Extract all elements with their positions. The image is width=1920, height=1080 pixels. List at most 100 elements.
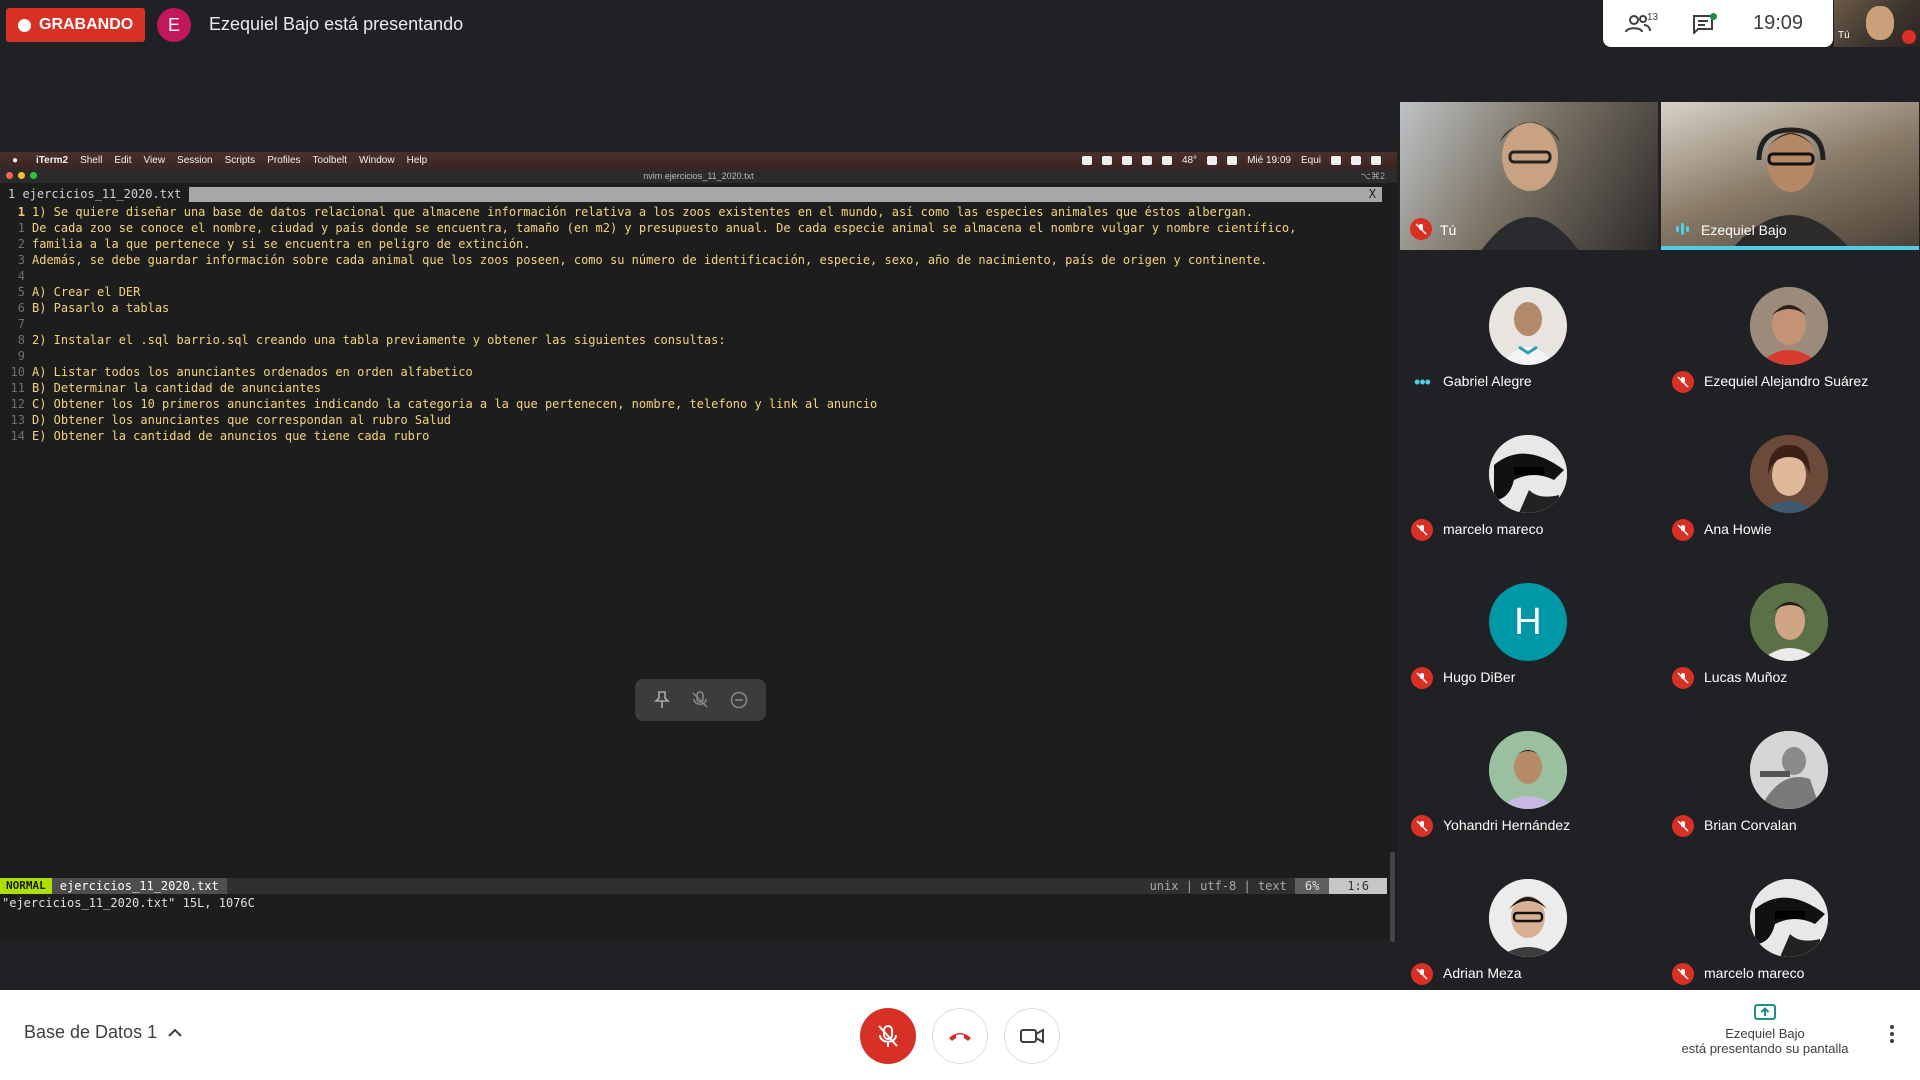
participant-tile[interactable]: marcelo mareco bbox=[1400, 435, 1658, 583]
line-text: D) Obtener los anunciantes que correspon… bbox=[32, 413, 452, 427]
line-text: C) Obtener los 10 primeros anunciantes i… bbox=[32, 397, 878, 411]
meeting-details-button[interactable]: Base de Datos 1 bbox=[24, 1022, 183, 1043]
menu-app[interactable]: iTerm2 bbox=[36, 155, 68, 166]
editor-line: 9 bbox=[0, 348, 1387, 364]
avatar bbox=[1750, 731, 1828, 809]
mic-off-icon bbox=[1410, 218, 1432, 240]
menu-help[interactable]: Help bbox=[407, 155, 428, 166]
video-tile-self[interactable]: Tú bbox=[1400, 102, 1658, 250]
avatar bbox=[1750, 287, 1828, 365]
zoom-window-icon[interactable] bbox=[30, 172, 37, 179]
presenting-info[interactable]: Ezequiel Bajo está presentando su pantal… bbox=[1660, 1004, 1870, 1056]
video-tile-presenter[interactable]: Ezequiel Bajo bbox=[1661, 102, 1919, 250]
mic-off-icon bbox=[1411, 963, 1433, 985]
editor-line: 3 Además, se debe guardar información sob… bbox=[0, 252, 1387, 268]
mic-toggle-button[interactable] bbox=[860, 1008, 916, 1064]
mic-off-icon bbox=[1902, 30, 1916, 44]
editor-lines: 1 1) Se quiere diseñar una base de datos … bbox=[0, 204, 1387, 444]
self-video-figure bbox=[1481, 122, 1579, 250]
menu-window[interactable]: Window bbox=[359, 155, 395, 166]
editor-line: 10 A) Listar todos los anunciantes ordena… bbox=[0, 364, 1387, 380]
editor-line: 5 A) Crear el DER bbox=[0, 284, 1387, 300]
shared-screen: ● iTerm2 Shell Edit View Session Scripts… bbox=[0, 152, 1397, 942]
avatar bbox=[1489, 287, 1567, 365]
terminal-scrollbar[interactable] bbox=[1390, 852, 1395, 942]
editor-line: 12 C) Obtener los 10 primeros anunciantes… bbox=[0, 396, 1387, 412]
line-text: B) Pasarlo a tablas bbox=[32, 301, 170, 315]
window-controls bbox=[6, 172, 37, 179]
menu-toolbelt[interactable]: Toolbelt bbox=[313, 155, 347, 166]
participant-name: Gabriel Alegre bbox=[1443, 373, 1532, 389]
avatar bbox=[1489, 435, 1567, 513]
remove-icon[interactable] bbox=[726, 687, 752, 713]
menu-shell[interactable]: Shell bbox=[80, 155, 102, 166]
speaking-indicator-icon bbox=[1671, 218, 1693, 240]
avatar bbox=[1750, 879, 1828, 957]
participant-tile[interactable]: Lucas Muñoz bbox=[1661, 583, 1919, 731]
meeting-info-panel: 13 19:09 bbox=[1603, 0, 1833, 47]
minimize-window-icon[interactable] bbox=[18, 172, 25, 179]
close-window-icon[interactable] bbox=[6, 172, 13, 179]
mac-datetime: Mié 19:09 bbox=[1247, 155, 1291, 166]
leave-call-button[interactable] bbox=[932, 1008, 988, 1064]
menu-scripts[interactable]: Scripts bbox=[225, 155, 256, 166]
editor-line: 8 2) Instalar el .sql barrio.sql creando … bbox=[0, 332, 1387, 348]
line-number: 7 bbox=[17, 317, 25, 331]
camera-toggle-button[interactable] bbox=[1004, 1008, 1060, 1064]
vim-tab-close[interactable]: X bbox=[1369, 187, 1376, 202]
gear-icon bbox=[1141, 156, 1152, 165]
participant-tile[interactable]: Ana Howie bbox=[1661, 435, 1919, 583]
active-speaker-bar bbox=[1661, 246, 1919, 250]
line-number: 2 bbox=[17, 237, 25, 251]
camera-icon bbox=[1020, 1028, 1044, 1044]
menu-session[interactable]: Session bbox=[177, 155, 213, 166]
participant-tile[interactable]: ••• Gabriel Alegre bbox=[1400, 287, 1658, 435]
participant-tile[interactable]: Yohandri Hernández bbox=[1400, 731, 1658, 879]
participant-name: marcelo mareco bbox=[1704, 965, 1805, 981]
recording-badge: GRABANDO bbox=[6, 8, 146, 42]
siri-icon bbox=[1351, 156, 1361, 165]
line-number: 3 bbox=[17, 253, 25, 267]
line-number: 9 bbox=[17, 349, 25, 363]
mic-off-icon bbox=[1672, 667, 1694, 689]
vim-tab[interactable]: 1 ejercicios_11_2020.txt bbox=[0, 187, 190, 202]
participant-name: Hugo DiBer bbox=[1443, 669, 1516, 685]
self-preview-thumbnail[interactable]: Tú bbox=[1834, 0, 1920, 47]
line-number: 14 bbox=[10, 429, 25, 443]
menu-edit[interactable]: Edit bbox=[114, 155, 131, 166]
wifi-icon bbox=[1207, 156, 1218, 165]
dot-icon bbox=[1890, 1032, 1894, 1036]
chat-button[interactable] bbox=[1673, 0, 1733, 47]
participant-tile[interactable]: Ezequiel Alejandro Suárez bbox=[1661, 287, 1919, 435]
chat-notification-dot bbox=[1710, 13, 1717, 20]
meeting-title: Base de Datos 1 bbox=[24, 1022, 158, 1042]
editor-line: 1 De cada zoo se conoce el nombre, ciudad… bbox=[0, 220, 1387, 236]
participants-panel: Tú Ezequiel Bajo ••• Gabriel Alegre Ezeq… bbox=[1400, 102, 1920, 987]
spotlight-icon bbox=[1331, 156, 1341, 165]
terminal-titlebar: nvim ejercicios_11_2020.txt ⌥⌘2 bbox=[0, 169, 1397, 183]
present-screen-icon bbox=[1754, 1004, 1776, 1020]
participant-tile[interactable]: H Hugo DiBer bbox=[1400, 583, 1658, 731]
people-button[interactable]: 13 bbox=[1603, 0, 1673, 47]
menu-view[interactable]: View bbox=[144, 155, 166, 166]
line-text: 2) Instalar el .sql barrio.sql creando u… bbox=[32, 333, 726, 347]
mic-off-icon[interactable] bbox=[687, 687, 713, 713]
menu-profiles[interactable]: Profiles bbox=[267, 155, 300, 166]
mic-off-icon bbox=[1411, 815, 1433, 837]
more-options-button[interactable] bbox=[1880, 1014, 1904, 1054]
editor-line: 7 bbox=[0, 316, 1387, 332]
nvim-editor[interactable]: 1 ejercicios_11_2020.txt X 1 1) Se quiere… bbox=[0, 183, 1387, 933]
mac-temperature: 48° bbox=[1181, 155, 1198, 166]
check-icon bbox=[1121, 156, 1132, 165]
participant-tile[interactable]: Brian Corvalan bbox=[1661, 731, 1919, 879]
mac-status-area: 48° Mié 19:09 Equi bbox=[1081, 152, 1381, 169]
video-tile-name: Tú bbox=[1440, 222, 1457, 238]
pin-icon[interactable] bbox=[649, 687, 675, 713]
video-tile-name: Ezequiel Bajo bbox=[1701, 222, 1787, 238]
more-options-icon: ••• bbox=[1414, 371, 1431, 392]
line-text: 1) Se quiere diseñar una base de datos r… bbox=[32, 205, 1253, 219]
recording-label: GRABANDO bbox=[39, 16, 134, 33]
editor-line: 2 familia a la que pertenece y si se encu… bbox=[0, 236, 1387, 252]
mic-off-icon bbox=[878, 1025, 898, 1047]
self-preview-label: Tú bbox=[1838, 30, 1850, 41]
